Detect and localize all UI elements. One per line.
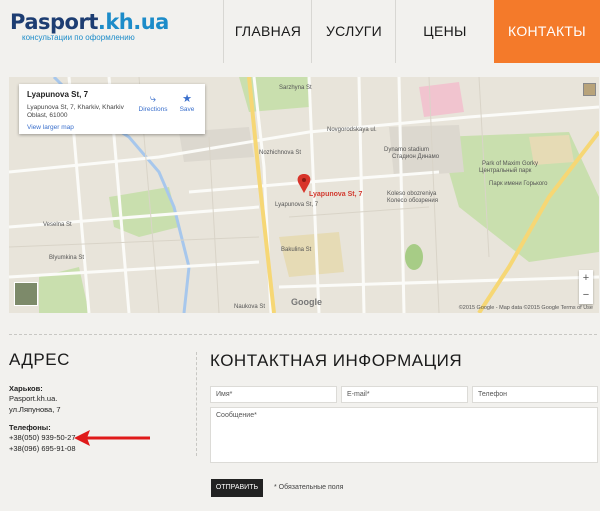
address-line: ул.Ляпунова, 7 <box>9 405 61 414</box>
message-field[interactable]: Сообщение* <box>210 407 598 463</box>
info-card-title: Lyapunova St, 7 <box>27 90 89 99</box>
street-label: Nozhichnova St <box>259 150 302 156</box>
map-info-card: Lyapunova St, 7 Lyapunova St, 7, Kharkiv… <box>19 84 205 134</box>
city-label: Харьков: <box>9 384 43 393</box>
zoom-out-button[interactable]: − <box>579 287 593 304</box>
logo-title: Pasport.kh.ua <box>10 10 169 34</box>
street-label: Парк имени Горького <box>489 181 548 187</box>
street-label: Dynamo stadium <box>384 147 430 153</box>
street-label: Koleso obozreniya <box>387 191 437 197</box>
red-arrow-annotation <box>74 430 150 446</box>
nav-item-services[interactable]: УСЛУГИ <box>311 0 396 63</box>
phone-field[interactable]: Телефон <box>472 386 598 403</box>
section-divider <box>9 334 597 335</box>
street-label: Колесо обозрения <box>387 198 438 204</box>
view-larger-map-link[interactable]: View larger map <box>27 124 74 131</box>
directions-button[interactable]: ⤷ Directions <box>137 92 169 113</box>
logo-subtitle: консультации по оформлению <box>22 33 135 42</box>
street-label: Naukova St <box>234 304 266 310</box>
embedded-map[interactable]: Sarzhyna St Nozhichnova St Novgorodskaya… <box>9 77 599 313</box>
site-header: Pasport.kh.ua консультации по оформлению… <box>0 0 600 63</box>
name-field[interactable]: Имя* <box>210 386 337 403</box>
street-label: Blyumkina St <box>49 255 85 261</box>
save-button[interactable]: ★ Save <box>171 92 203 113</box>
street-label: Sarzhyna St <box>279 85 312 91</box>
site-logo[interactable]: Pasport.kh.ua консультации по оформлению <box>10 11 169 42</box>
nav-item-prices[interactable]: ЦЕНЫ <box>395 0 494 63</box>
street-label: Lyapunova St, 7 <box>275 202 319 208</box>
email-field[interactable]: E-mail* <box>341 386 468 403</box>
address-heading: АДРЕС <box>9 350 70 369</box>
star-icon: ★ <box>182 93 192 105</box>
directions-label: Directions <box>138 106 168 113</box>
save-label: Save <box>179 106 195 113</box>
google-logo: Google <box>291 297 322 307</box>
map-copyright: ©2015 Google - Map data ©2015 Google Ter… <box>458 305 593 311</box>
send-button[interactable]: ОТПРАВИТЬ <box>211 479 263 497</box>
required-fields-note: * Обязательные поля <box>274 484 344 491</box>
directions-icon: ⤷ <box>149 93 157 105</box>
contact-heading: КОНТАКТНАЯ ИНФОРМАЦИЯ <box>210 351 463 370</box>
street-label: Novgorodskaya ul. <box>327 127 377 133</box>
column-divider <box>196 352 197 456</box>
zoom-in-button[interactable]: + <box>579 270 593 287</box>
nav-item-contacts[interactable]: КОНТАКТЫ <box>494 0 600 63</box>
street-label: Park of Maxim Gorky <box>482 161 539 167</box>
nav-item-home[interactable]: ГЛАВНАЯ <box>223 0 312 63</box>
street-view-thumbnail[interactable] <box>583 83 596 96</box>
street-label: Центральный парк <box>479 168 532 174</box>
street-label: Bakulina St <box>281 247 312 253</box>
zoom-control: + − <box>579 270 593 304</box>
satellite-toggle[interactable] <box>14 282 38 306</box>
street-label: Veselna St <box>43 222 72 228</box>
map-marker-label: Lyapunova St, 7 <box>309 191 363 198</box>
street-label: Стадион Динамо <box>392 154 440 160</box>
info-card-address: Lyapunova St, 7, Kharkiv, Kharkiv Oblast… <box>27 104 124 119</box>
address-line: Pasport.kh.ua. <box>9 394 58 403</box>
